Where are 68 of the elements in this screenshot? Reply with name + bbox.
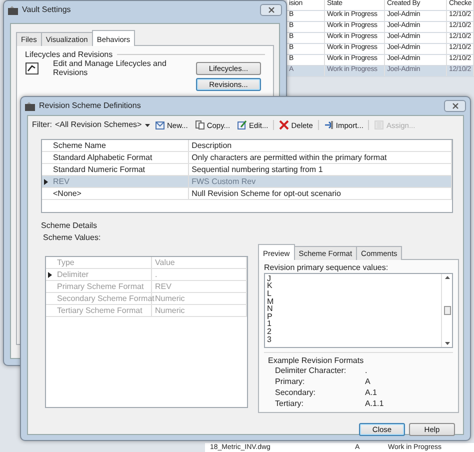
column-header: Scheme Name (53, 140, 106, 150)
field-label: Secondary: (275, 388, 316, 398)
copy-icon (194, 120, 205, 130)
table-cell: . (155, 270, 158, 280)
description-text: Edit and Manage Lifecycles and Revisions (53, 58, 168, 80)
column-header: Type (57, 258, 74, 268)
close-icon (268, 7, 274, 13)
group-label: Lifecycles and Revisions (25, 50, 113, 60)
field-label: Delimiter Character: (275, 366, 348, 376)
close-icon (452, 103, 458, 109)
field-value: A.1 (365, 388, 378, 398)
table-cell: Delimiter (57, 270, 89, 280)
row-pointer-icon (44, 178, 48, 184)
field-label: Tertiary: (275, 399, 304, 409)
close-button[interactable] (444, 100, 466, 112)
table-cell: Secondary Scheme Format (57, 294, 154, 304)
table-cell: Tertiary Scheme Format (57, 306, 142, 316)
column-header: Description (192, 140, 232, 150)
group-label: Example Revision Formats (268, 356, 365, 366)
list-item[interactable]: 2 (267, 328, 439, 336)
table-cell: Standard Numeric Format (53, 164, 146, 174)
dropdown-arrow-icon (145, 124, 150, 126)
table-cell: REV (155, 282, 172, 292)
table-cell: Standard Alphabetic Format (53, 152, 152, 162)
lifecycle-icon (25, 62, 39, 75)
window-title: Vault Settings (22, 5, 71, 15)
table-row[interactable]: Standard Alphabetic Format Only characters are permitted within the primary format (42, 152, 452, 164)
assign-icon (374, 120, 384, 130)
list-item[interactable]: 3 (267, 336, 439, 344)
table-cell: Numeric (155, 306, 185, 316)
list-item[interactable]: N (267, 305, 439, 313)
app-icon (25, 102, 35, 110)
table-cell: Numeric (155, 294, 185, 304)
list-item[interactable]: L (267, 290, 439, 298)
window-title: Revision Scheme Definitions (39, 101, 141, 111)
field-value: A (365, 377, 370, 387)
field-label: Primary: (275, 377, 306, 387)
app-icon (8, 6, 18, 14)
table-cell: <None> (53, 188, 82, 198)
section-label: Scheme Values: (43, 232, 101, 242)
filter-label: Filter: (32, 120, 52, 130)
scroll-up-icon (444, 276, 450, 279)
column-header: Value (155, 258, 175, 268)
row-pointer-icon (48, 272, 52, 278)
close-button[interactable] (260, 4, 282, 16)
new-icon (155, 120, 165, 130)
scroll-thumb-icon (444, 306, 450, 315)
list-item[interactable]: P (267, 312, 439, 320)
section-title: Scheme Details (41, 221, 98, 231)
list-item[interactable]: K (267, 282, 439, 290)
import-icon (324, 120, 334, 130)
scroll-down-icon (444, 342, 450, 345)
table-cell: Null Revision Scheme for opt-out scenario (192, 188, 341, 198)
field-value: A.1.1 (365, 399, 384, 409)
table-cell: Primary Scheme Format (57, 282, 144, 292)
edit-icon (237, 120, 248, 130)
table-cell: REV (53, 176, 70, 186)
table-cell: Sequential numbering starting from 1 (192, 164, 323, 174)
delete-icon (279, 120, 290, 130)
field-value: . (365, 366, 368, 376)
list-label: Revision primary sequence values: (264, 263, 390, 273)
list-item[interactable]: M (267, 298, 439, 306)
list-item[interactable]: J (267, 274, 439, 282)
list-item[interactable]: 1 (267, 320, 439, 328)
table-row[interactable]: <None> Null Revision Scheme for opt-out scenario (42, 188, 452, 200)
table-cell: Only characters are permitted within the primary format (192, 152, 387, 162)
table-cell: FWS Custom Rev (192, 176, 256, 186)
filter-dropdown[interactable]: <All Revision Schemes> (55, 120, 150, 130)
